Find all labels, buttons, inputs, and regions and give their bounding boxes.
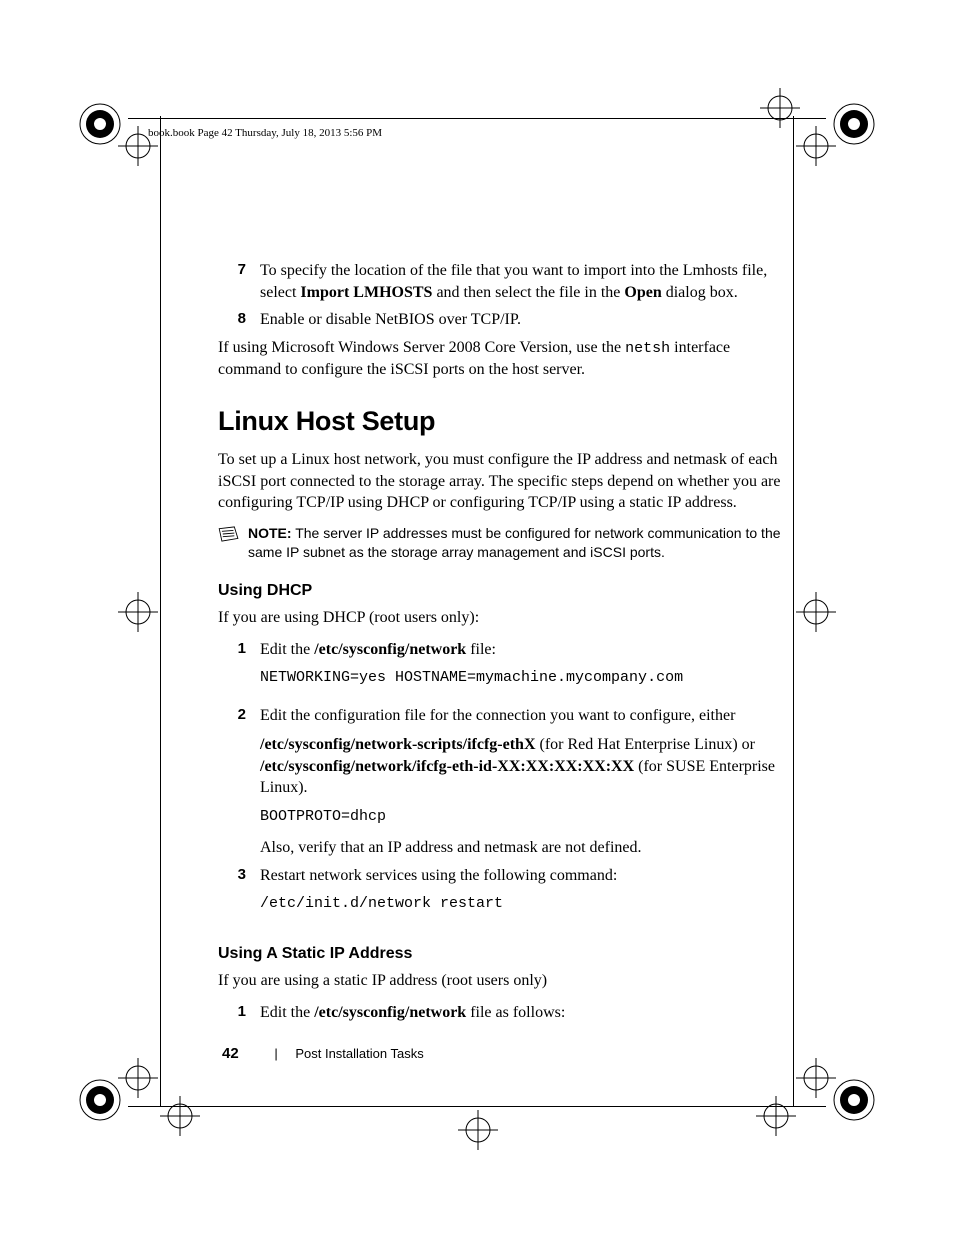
list-item: 1 Edit the /etc/sysconfig/network file a… [218,1002,783,1024]
crosshair-icon [118,592,158,632]
heading-linux-host-setup: Linux Host Setup [218,403,783,439]
code-block: /etc/init.d/network restart [260,894,783,914]
crosshair-icon [760,88,800,128]
crosshair-icon [458,1110,498,1150]
paragraph: If you are using DHCP (root users only): [218,607,783,629]
step-number: 8 [218,309,260,331]
running-header: book.book Page 42 Thursday, July 18, 201… [148,126,382,141]
list-item: 7 To specify the location of the file th… [218,260,783,303]
code-block: NETWORKING=yes HOSTNAME=mymachine.mycomp… [260,668,783,688]
step-number: 3 [218,865,260,925]
section-name: Post Installation Tasks [295,1046,423,1061]
crosshair-icon [118,126,158,166]
registration-mark-icon [76,1076,124,1124]
footer-separator: | [274,1046,277,1061]
step-text: To specify the location of the file that… [260,260,783,303]
step-text: Edit the /etc/sysconfig/network file as … [260,1002,783,1024]
list-item: 3 Restart network services using the fol… [218,865,783,925]
registration-mark-icon [830,100,878,148]
registration-mark-icon [76,100,124,148]
registration-mark-icon [830,1076,878,1124]
note-block: NOTE: The server IP addresses must be co… [218,524,783,562]
step-number: 7 [218,260,260,303]
step-text: Enable or disable NetBIOS over TCP/IP. [260,309,783,331]
crosshair-icon [160,1096,200,1136]
page-number: 42 [222,1045,239,1062]
note-text: The server IP addresses must be configur… [248,525,781,560]
note-label: NOTE: [248,525,292,541]
list-item: 8 Enable or disable NetBIOS over TCP/IP. [218,309,783,331]
note-icon [218,526,240,542]
paragraph: To set up a Linux host network, you must… [218,449,783,514]
step-number: 1 [218,1002,260,1024]
step-number: 1 [218,639,260,699]
step-text: Edit the /etc/sysconfig/network file: [260,639,783,661]
step-text: Also, verify that an IP address and netm… [260,837,783,859]
crosshair-icon [118,1058,158,1098]
step-text: Restart network services using the follo… [260,865,783,887]
page-body: 7 To specify the location of the file th… [218,260,783,1030]
heading-using-dhcp: Using DHCP [218,580,783,602]
page-footer: 42 | Post Installation Tasks [222,1044,424,1064]
paragraph: If you are using a static IP address (ro… [218,970,783,992]
crosshair-icon [796,592,836,632]
list-item: 2 Edit the configuration file for the co… [218,705,783,859]
crosshair-icon [756,1096,796,1136]
step-text: /etc/sysconfig/network-scripts/ifcfg-eth… [260,734,783,799]
step-text: Edit the configuration file for the conn… [260,705,783,727]
code-block: BOOTPROTO=dhcp [260,807,783,827]
paragraph: If using Microsoft Windows Server 2008 C… [218,337,783,381]
step-number: 2 [218,705,260,859]
heading-using-static-ip: Using A Static IP Address [218,943,783,965]
list-item: 1 Edit the /etc/sysconfig/network file: … [218,639,783,699]
